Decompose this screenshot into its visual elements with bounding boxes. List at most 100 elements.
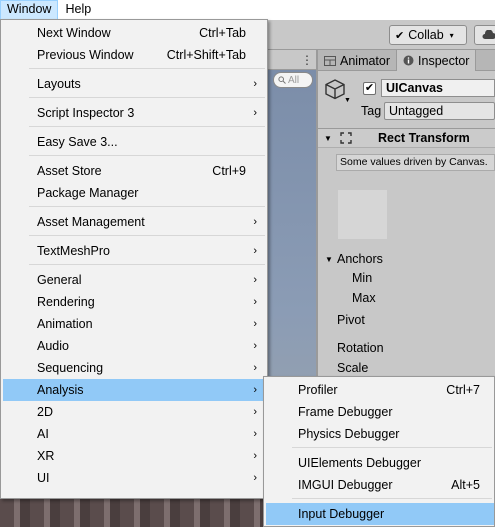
menu-item-xr[interactable]: XR › — [3, 445, 265, 467]
menu-item-label: Package Manager — [37, 186, 139, 200]
menu-item-label: Audio — [37, 339, 69, 353]
menu-item-previous-window[interactable]: Previous Window Ctrl+Shift+Tab — [3, 44, 265, 66]
tab-inspector[interactable]: Inspector — [396, 50, 477, 71]
anchor-preset-box[interactable] — [338, 190, 387, 239]
info-icon — [403, 55, 414, 66]
menu-item-label: Asset Management — [37, 215, 145, 229]
gameobject-header: ▼ ✔ UICanvas Tag Untagged — [318, 72, 495, 124]
menu-item-label: IMGUI Debugger — [298, 478, 393, 492]
menu-item-ai[interactable]: AI › — [3, 423, 265, 445]
chevron-right-icon: › — [253, 274, 257, 286]
menu-item-label: UIElements Debugger — [298, 456, 421, 470]
chevron-right-icon: › — [253, 296, 257, 308]
menu-item-label: Script Inspector 3 — [37, 106, 135, 120]
menu-item-label: Frame Debugger — [298, 405, 393, 419]
tab-inspector-label: Inspector — [418, 53, 470, 68]
chevron-down-icon: ▾ — [449, 30, 454, 40]
menu-separator — [29, 68, 265, 69]
menu-item-shortcut: Ctrl+7 — [446, 383, 480, 397]
menu-item-label: Easy Save 3... — [37, 135, 118, 149]
menu-item-asset-management[interactable]: Asset Management › — [3, 211, 265, 233]
menu-item-asset-store[interactable]: Asset Store Ctrl+9 — [3, 160, 265, 182]
menu-item-label: Physics Debugger — [298, 427, 400, 441]
menu-item-label: Sequencing — [37, 361, 104, 375]
menu-item-label: General — [37, 273, 82, 287]
driven-by-canvas-note: Some values driven by Canvas. — [336, 154, 495, 171]
cloud-button[interactable] — [474, 25, 495, 45]
chevron-right-icon: › — [253, 450, 257, 462]
rect-transform-header[interactable]: ▼ Rect Transform — [318, 128, 495, 148]
scale-label: Scale — [337, 361, 369, 375]
menubar: Window Help — [0, 0, 495, 20]
menu-item-uielements-debugger[interactable]: UIElements Debugger — [266, 452, 494, 474]
active-checkbox[interactable]: ✔ — [363, 82, 376, 95]
menu-item-label: Analysis — [37, 383, 84, 397]
menu-item-easy-save[interactable]: Easy Save 3... — [3, 131, 265, 153]
scene-search-input[interactable]: All — [273, 72, 313, 88]
anchors-fold-icon[interactable]: ▼ — [325, 255, 333, 264]
menu-window[interactable]: Window — [0, 0, 59, 20]
menu-item-label: Input Debugger — [298, 507, 385, 521]
menu-item-profiler[interactable]: Profiler Ctrl+7 — [266, 379, 494, 401]
min-label: Min — [352, 271, 373, 285]
anchors-label: Anchors — [337, 252, 383, 266]
cube-dropdown-icon[interactable]: ▼ — [344, 97, 351, 104]
cloud-icon — [482, 30, 495, 39]
collab-check-icon: ✔ — [395, 29, 405, 42]
analysis-submenu: Profiler Ctrl+7 Frame Debugger Physics D… — [263, 376, 495, 527]
menu-separator — [292, 498, 492, 499]
pivot-label: Pivot — [337, 313, 365, 327]
menu-item-next-window[interactable]: Next Window Ctrl+Tab — [3, 22, 265, 44]
menu-separator — [29, 235, 265, 236]
menu-item-layouts[interactable]: Layouts › — [3, 73, 265, 95]
menu-item-label: UI — [37, 471, 50, 485]
chevron-right-icon: › — [253, 340, 257, 352]
menu-item-imgui-debugger[interactable]: IMGUI Debugger Alt+5 — [266, 474, 494, 496]
menu-item-input-debugger[interactable]: Input Debugger — [266, 503, 494, 525]
menu-item-shortcut: Ctrl+9 — [212, 164, 246, 178]
menu-separator — [29, 126, 265, 127]
menu-help[interactable]: Help — [58, 0, 98, 20]
chevron-right-icon: › — [253, 362, 257, 374]
component-title: Rect Transform — [378, 131, 470, 145]
menu-item-sequencing[interactable]: Sequencing › — [3, 357, 265, 379]
collab-button[interactable]: ✔ Collab ▾ — [389, 25, 467, 45]
search-icon — [278, 76, 286, 84]
menu-separator — [29, 155, 265, 156]
menu-item-frame-debugger[interactable]: Frame Debugger — [266, 401, 494, 423]
menu-item-textmeshpro[interactable]: TextMeshPro › — [3, 240, 265, 262]
menu-item-label: Layouts — [37, 77, 81, 91]
menu-item-package-manager[interactable]: Package Manager — [3, 182, 265, 204]
tag-label: Tag — [361, 104, 382, 118]
menu-item-rendering[interactable]: Rendering › — [3, 291, 265, 313]
menu-item-label: Next Window — [37, 26, 111, 40]
search-placeholder: All — [288, 74, 300, 86]
menu-item-label: TextMeshPro — [37, 244, 110, 258]
menu-separator — [29, 97, 265, 98]
menu-item-general[interactable]: General › — [3, 269, 265, 291]
panel-menu-icon[interactable]: ⋮ — [301, 54, 313, 66]
tab-animator-label: Animator — [340, 53, 391, 68]
menu-separator — [29, 264, 265, 265]
rotation-label: Rotation — [337, 341, 384, 355]
object-name-field[interactable]: UICanvas — [381, 79, 495, 97]
menu-item-ui[interactable]: UI › — [3, 467, 265, 489]
chevron-right-icon: › — [253, 216, 257, 228]
tag-dropdown[interactable]: Untagged — [384, 102, 495, 120]
menu-item-animation[interactable]: Animation › — [3, 313, 265, 335]
fold-open-icon[interactable]: ▼ — [324, 134, 332, 143]
menu-item-label: Profiler — [298, 383, 338, 397]
chevron-right-icon: › — [253, 428, 257, 440]
chevron-right-icon: › — [253, 78, 257, 90]
gameobject-cube-icon — [325, 79, 345, 100]
menu-item-2d[interactable]: 2D › — [3, 401, 265, 423]
window-menu-dropdown: Next Window Ctrl+Tab Previous Window Ctr… — [0, 19, 268, 499]
menu-item-audio[interactable]: Audio › — [3, 335, 265, 357]
tab-animator[interactable]: Animator — [318, 50, 396, 71]
menu-item-label: 2D — [37, 405, 53, 419]
menu-item-physics-debugger[interactable]: Physics Debugger — [266, 423, 494, 445]
menu-item-label: AI — [37, 427, 49, 441]
menu-item-script-inspector[interactable]: Script Inspector 3 › — [3, 102, 265, 124]
chevron-right-icon: › — [253, 406, 257, 418]
menu-item-analysis[interactable]: Analysis › — [3, 379, 265, 401]
